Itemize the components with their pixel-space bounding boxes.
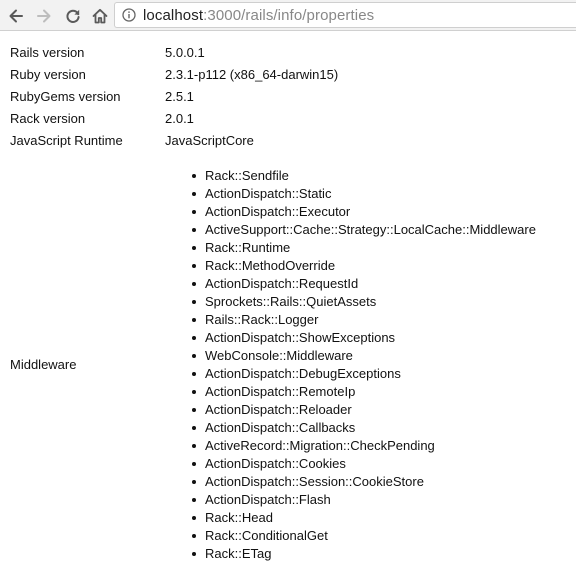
home-button[interactable] <box>89 5 111 27</box>
property-row-rack-version: Rack version 2.0.1 <box>0 108 576 130</box>
property-value: 2.0.1 <box>165 111 194 126</box>
home-icon <box>91 7 109 25</box>
middleware-item: ActionDispatch::Flash <box>192 491 536 509</box>
property-value: 5.0.0.1 <box>165 45 205 60</box>
middleware-item: WebConsole::Middleware <box>192 347 536 365</box>
middleware-item: ActiveSupport::Cache::Strategy::LocalCac… <box>192 222 536 237</box>
property-key: Ruby version <box>10 67 86 82</box>
middleware-item: Rack::ETag <box>192 545 536 563</box>
forward-button[interactable] <box>33 5 55 27</box>
middleware-item: Sprockets::Rails::QuietAssets <box>192 293 536 311</box>
middleware-item: ActiveRecord::Migration::CheckPending <box>192 437 536 455</box>
url-host: localhost <box>143 7 204 24</box>
middleware-item: ActionDispatch::ShowExceptions <box>192 329 536 347</box>
back-button[interactable] <box>5 5 27 27</box>
arrow-right-icon <box>35 7 53 25</box>
middleware-item: ActionDispatch::Cookies <box>192 455 536 473</box>
property-key: JavaScript Runtime <box>10 133 123 148</box>
middleware-list: Rack::Sendfile ActionDispatch::Static Acti… <box>192 167 536 563</box>
url-text: localhost:3000/rails/info/properties <box>143 7 374 24</box>
reload-icon <box>64 7 82 25</box>
middleware-item: ActionDispatch::Static <box>192 185 536 203</box>
middleware-item: ActionDispatch::Executor <box>192 203 536 221</box>
middleware-item: ActionDispatch::Reloader <box>192 401 536 419</box>
address-bar[interactable]: localhost:3000/rails/info/properties <box>114 2 576 28</box>
property-value: 2.5.1 <box>165 89 194 104</box>
property-row-javascript-runtime: JavaScript Runtime JavaScriptCore <box>0 130 576 152</box>
info-circle-icon[interactable] <box>122 8 136 22</box>
middleware-item: ActionDispatch::RemoteIp <box>192 383 536 401</box>
middleware-item: ActionDispatch::DebugExceptions <box>192 365 536 383</box>
middleware-item: Rack::ConditionalGet <box>192 527 536 545</box>
property-row-rubygems-version: RubyGems version 2.5.1 <box>0 86 576 108</box>
reload-button[interactable] <box>62 5 84 27</box>
property-key: RubyGems version <box>10 89 121 104</box>
browser-toolbar: localhost:3000/rails/info/properties <box>0 0 576 31</box>
url-path: :3000/rails/info/properties <box>203 7 375 24</box>
middleware-item: Rails::Rack::Logger <box>192 311 536 329</box>
property-value: 2.3.1-p112 (x86_64-darwin15) <box>165 67 339 82</box>
middleware-item: Rack::MethodOverride <box>192 257 536 275</box>
middleware-item: Rack::Head <box>192 509 536 527</box>
middleware-item: Rack::Sendfile <box>192 167 536 185</box>
arrow-left-icon <box>7 7 25 25</box>
property-row-rails-version: Rails version 5.0.0.1 <box>0 42 576 64</box>
middleware-item: ActionDispatch::Session::CookieStore <box>192 473 536 491</box>
middleware-item: ActionDispatch::Callbacks <box>192 419 536 437</box>
middleware-item: ActionDispatch::RequestId <box>192 275 536 293</box>
property-value: JavaScriptCore <box>165 133 254 148</box>
property-row-ruby-version: Ruby version 2.3.1-p112 (x86_64-darwin15… <box>0 64 576 86</box>
property-key: Rails version <box>10 45 85 60</box>
middleware-label: Middleware <box>10 357 77 372</box>
middleware-item: Rack::Runtime <box>192 239 536 257</box>
property-key: Rack version <box>10 111 86 126</box>
